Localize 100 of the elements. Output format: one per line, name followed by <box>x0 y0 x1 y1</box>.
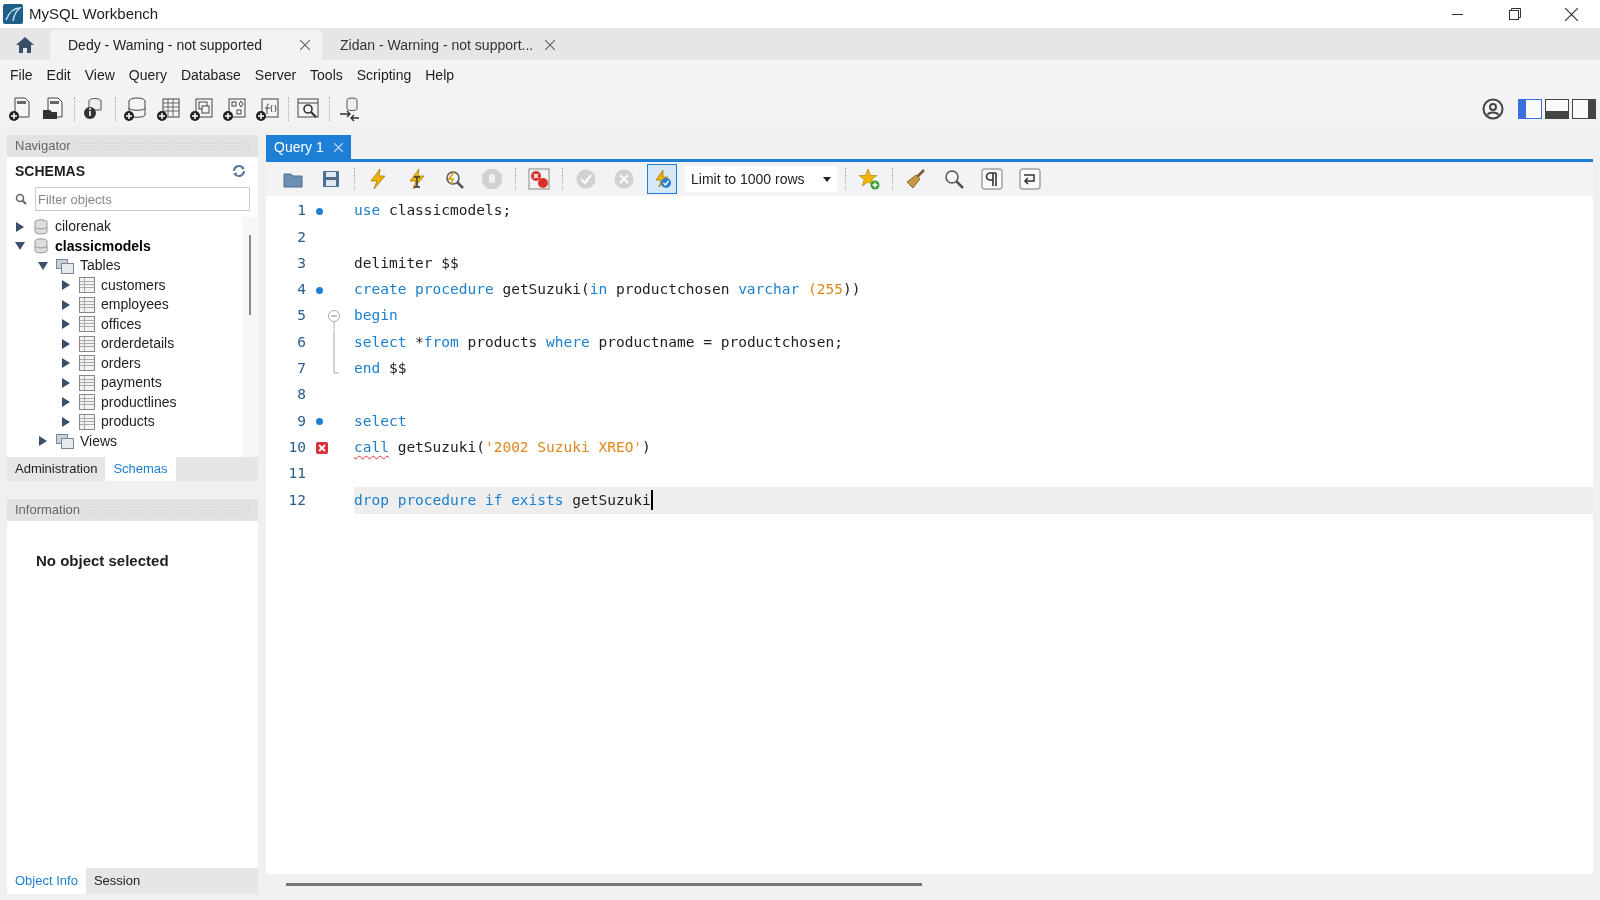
window-title: MySQL Workbench <box>29 3 159 24</box>
menu-item[interactable]: Query <box>122 63 173 87</box>
panel-title: Information <box>15 501 81 520</box>
search-icon[interactable] <box>943 168 965 190</box>
info-message: No object selected <box>36 552 169 569</box>
table-icon <box>79 355 95 372</box>
new-table-icon[interactable] <box>156 95 182 122</box>
expand-arrow-icon[interactable] <box>38 436 48 447</box>
tree-item[interactable]: offices <box>101 313 142 335</box>
menu-item[interactable]: File <box>4 63 39 87</box>
save-icon[interactable] <box>320 168 342 190</box>
expand-arrow-icon[interactable] <box>61 397 71 408</box>
expand-arrow-icon[interactable] <box>15 221 25 232</box>
code-line: delimiter $$ <box>354 253 459 273</box>
scrollbar[interactable] <box>249 235 251 315</box>
layout-toggle-icon[interactable] <box>1518 98 1542 119</box>
minimize-icon <box>1452 13 1463 15</box>
code-line: call getSuzuki('2002 Suzuki XREO') <box>354 437 651 457</box>
code-line: end $$ <box>354 359 407 379</box>
tables-folder-icon <box>56 257 74 274</box>
table-icon <box>79 374 95 391</box>
text-cursor <box>650 490 653 511</box>
home-icon <box>15 36 35 54</box>
menu-item[interactable]: Server <box>248 63 303 87</box>
connection-tab[interactable]: Dedy - Waming - not supported <box>50 30 322 60</box>
stop-on-error-icon[interactable] <box>528 168 550 190</box>
menu-item[interactable]: Help <box>419 63 461 87</box>
table-icon <box>79 413 95 430</box>
section-heading: SCHEMAS <box>15 161 85 181</box>
code-line: select <box>354 411 407 431</box>
tables-folder-icon <box>56 433 74 450</box>
tree-item[interactable]: cilorenak <box>55 217 112 238</box>
expand-arrow-icon[interactable] <box>61 377 71 388</box>
expand-arrow-icon[interactable] <box>61 280 71 291</box>
tree-item[interactable]: products <box>101 411 155 433</box>
panel-tab[interactable]: Schemas <box>105 457 176 481</box>
table-icon <box>79 335 95 352</box>
menu-item[interactable]: Tools <box>304 63 349 87</box>
tree-item[interactable]: Views <box>80 430 118 452</box>
panel-tab[interactable]: Session <box>85 868 149 894</box>
menu-item[interactable]: Edit <box>40 63 77 87</box>
database-icon <box>33 218 49 235</box>
star-plus-icon[interactable] <box>858 168 880 190</box>
tree-item[interactable]: payments <box>101 372 162 394</box>
collapse-arrow-icon[interactable] <box>15 241 25 252</box>
broom-icon[interactable] <box>905 168 927 190</box>
filter-field[interactable]: Filter objects <box>35 187 250 211</box>
line-number: 3 <box>296 253 306 273</box>
code-line: select *from products where productname = productchosen; <box>354 332 843 352</box>
new-schema-icon[interactable] <box>123 95 149 122</box>
database-icon <box>33 238 49 255</box>
layout-toggle-icon[interactable] <box>1545 98 1569 119</box>
lightning-icon[interactable] <box>367 168 389 190</box>
line-number: 8 <box>296 385 306 405</box>
menu-item[interactable]: View <box>78 63 121 87</box>
code-line: drop procedure if exists getSuzuki <box>354 490 651 510</box>
code-line: begin <box>354 306 398 326</box>
pilcrow-icon[interactable] <box>981 168 1003 190</box>
expand-arrow-icon[interactable] <box>61 358 71 369</box>
account-icon[interactable] <box>1482 97 1504 120</box>
tree-item[interactable]: classicmodels <box>55 235 151 257</box>
close-icon[interactable] <box>545 40 555 50</box>
menu-item[interactable]: Database <box>174 63 247 87</box>
new-function-icon[interactable] <box>255 95 281 122</box>
panel-tab[interactable]: Administration <box>7 457 106 481</box>
code-line: use classicmodels; <box>354 201 512 221</box>
expand-arrow-icon[interactable] <box>61 416 71 427</box>
tree-item[interactable]: customers <box>101 274 166 296</box>
expand-arrow-icon[interactable] <box>61 299 71 310</box>
menu-item[interactable]: Scripting <box>350 63 418 87</box>
close-icon[interactable] <box>300 40 310 50</box>
wrap-icon[interactable] <box>1019 168 1041 190</box>
refresh-icon[interactable] <box>232 165 246 177</box>
app-logo-icon <box>3 4 23 24</box>
panel-title: Navigator <box>15 137 71 156</box>
table-icon <box>79 316 95 333</box>
line-number: 6 <box>296 332 306 352</box>
tree-item[interactable]: orderdetails <box>101 333 175 355</box>
search-icon <box>15 193 27 205</box>
table-icon <box>79 277 95 294</box>
limit-dropdown[interactable]: Limit to 1000 rows <box>685 166 837 192</box>
line-number: 10 <box>287 437 306 457</box>
expand-arrow-icon[interactable] <box>61 338 71 349</box>
horizontal-scrollbar[interactable] <box>286 882 922 886</box>
line-number: 2 <box>296 227 306 247</box>
layout-toggle-icon[interactable] <box>1572 98 1596 119</box>
explain-magnifier-icon[interactable] <box>443 168 465 190</box>
tree-item[interactable]: orders <box>101 352 141 374</box>
expand-arrow-icon[interactable] <box>61 319 71 330</box>
close-icon <box>1565 7 1578 21</box>
new-routine-icon[interactable] <box>222 95 248 122</box>
line-number: 12 <box>287 490 306 510</box>
tree-item[interactable]: productlines <box>101 391 177 413</box>
panel-tab[interactable]: Object Info <box>7 868 86 894</box>
line-number: 11 <box>287 464 306 484</box>
tree-item[interactable]: employees <box>101 294 169 316</box>
tree-item[interactable]: Tables <box>80 255 121 277</box>
collapse-arrow-icon[interactable] <box>38 260 48 271</box>
new-view-icon[interactable] <box>189 95 215 122</box>
query-tab[interactable]: Query 1 <box>266 135 351 159</box>
